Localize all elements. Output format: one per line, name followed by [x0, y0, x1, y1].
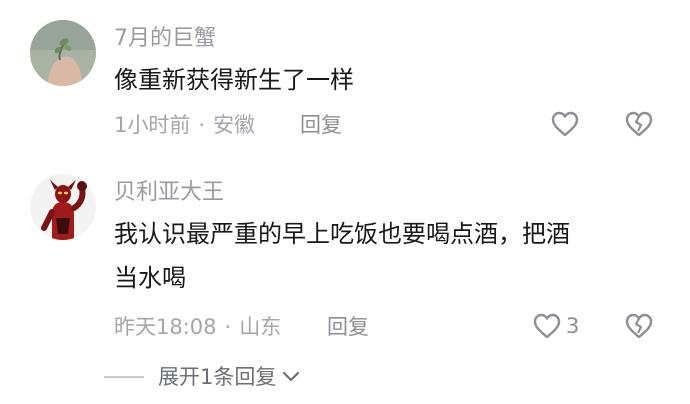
heart-outline-icon	[551, 111, 579, 137]
comment-time: 1小时前	[114, 113, 191, 137]
meta-separator: ·	[198, 113, 206, 137]
comment-meta: 1小时前 · 安徽	[114, 112, 255, 138]
like-count: 3	[566, 314, 580, 338]
belial-ultraman-avatar-icon	[30, 174, 96, 240]
broken-heart-icon	[625, 313, 653, 339]
expand-replies-label: 展开1条回复	[158, 365, 277, 389]
comment-text-line: 我认识最严重的早上吃饭也要喝点酒，把酒	[114, 220, 570, 248]
like-button[interactable]	[550, 110, 580, 138]
user-avatar[interactable]	[30, 174, 96, 240]
expand-replies-button[interactable]: 展开1条回复	[104, 364, 300, 390]
dislike-button[interactable]	[624, 312, 654, 344]
comment-username[interactable]: 7月的巨蟹	[114, 26, 216, 52]
meta-separator: ·	[224, 315, 232, 339]
chevron-down-icon	[283, 371, 300, 382]
comment-location: 安徽	[213, 113, 256, 137]
user-avatar[interactable]	[30, 20, 96, 86]
heart-outline-icon	[533, 313, 561, 339]
like-button[interactable]: 3	[532, 312, 579, 340]
comment-time: 昨天18:08	[114, 315, 217, 339]
hand-holding-plant-avatar-icon	[30, 20, 96, 86]
comment-location: 山东	[239, 315, 282, 339]
comment-text-line: 当水喝	[114, 264, 186, 292]
reply-button[interactable]: 回复	[300, 112, 342, 138]
dislike-button[interactable]	[624, 110, 654, 142]
broken-heart-icon	[625, 111, 653, 137]
comment-text: 我认识最严重的早上吃饭也要喝点酒，把酒 当水喝	[114, 212, 654, 300]
comment-text: 像重新获得新生了一样	[114, 66, 354, 94]
comment-username[interactable]: 贝利亚大王	[114, 180, 224, 206]
expand-divider	[104, 376, 144, 378]
reply-button[interactable]: 回复	[327, 314, 369, 340]
comment-meta: 昨天18:08 · 山东	[114, 314, 281, 340]
